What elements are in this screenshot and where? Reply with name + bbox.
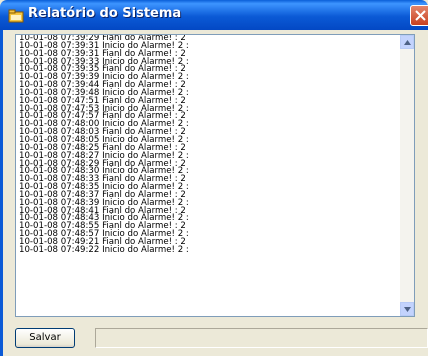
application-icon xyxy=(8,8,24,23)
save-button[interactable]: Salvar xyxy=(15,328,75,348)
status-field xyxy=(95,328,428,348)
scroll-up-button[interactable] xyxy=(400,35,414,49)
log-lines: 10-01-08 07:39:29 Fianl do Alarme! : 2 10… xyxy=(19,35,394,255)
footer-bar: Salvar xyxy=(15,328,428,350)
window-title: Relatório do Sistema xyxy=(28,6,182,21)
vertical-scrollbar[interactable] xyxy=(400,35,414,316)
log-line: 10-01-08 07:49:22 Inicio do Alarme! 2 : xyxy=(19,244,189,255)
scroll-down-button[interactable] xyxy=(400,302,414,316)
system-log-list[interactable]: 10-01-08 07:39:29 Fianl do Alarme! : 2 10… xyxy=(15,34,415,317)
close-button[interactable] xyxy=(410,5,428,26)
title-bar[interactable]: Relatório do Sistema xyxy=(0,0,428,30)
report-window: Relatório do Sistema 10-01-08 07:39:29 F… xyxy=(0,0,428,356)
